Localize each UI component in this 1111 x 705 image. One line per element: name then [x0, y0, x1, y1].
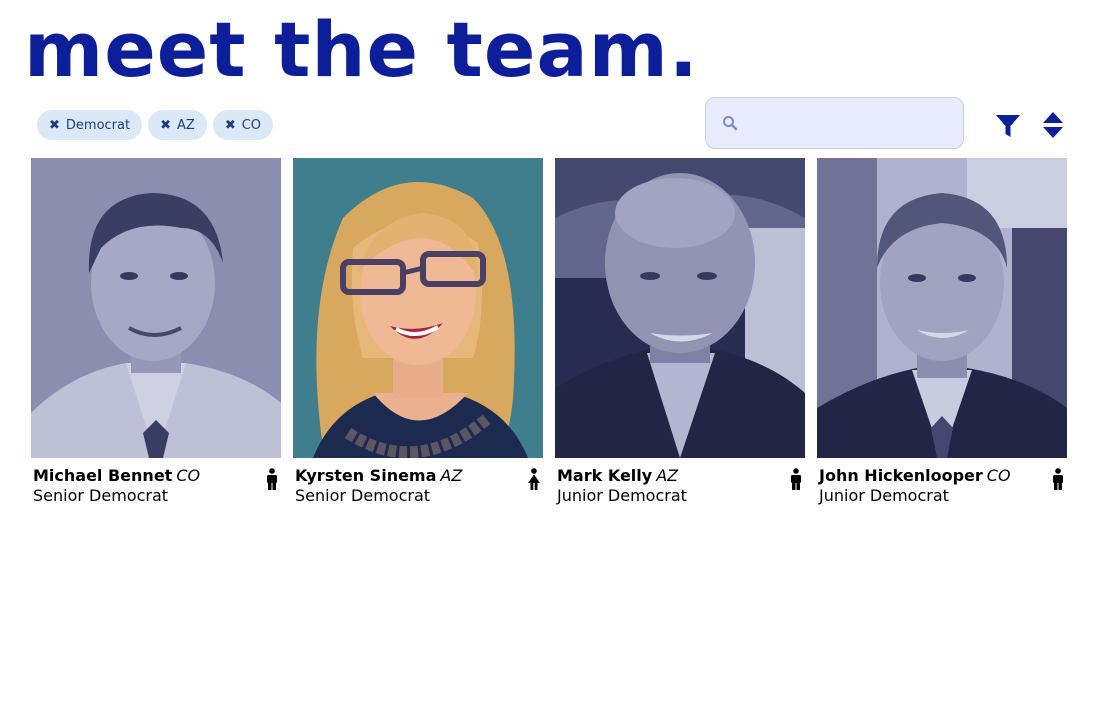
member-name: Kyrsten Sinema	[295, 466, 437, 485]
member-info: Kyrsten Sinema AZ Senior Democrat	[293, 458, 543, 510]
member-role: Junior Democrat	[557, 486, 687, 505]
member-photo	[555, 158, 805, 458]
member-info: John Hickenlooper CO Junior Democrat	[817, 458, 1067, 510]
member-info: Mark Kelly AZ Junior Democrat	[555, 458, 805, 510]
member-name: Mark Kelly	[557, 466, 653, 485]
member-name: John Hickenlooper	[819, 466, 983, 485]
team-page: meet the team. ✖ Democrat ✖ AZ ✖ CO Mich…	[0, 0, 1111, 705]
filter-chip-label: Democrat	[65, 117, 131, 133]
member-name: Michael Bennet	[33, 466, 173, 485]
member-name-line: Mark Kelly AZ	[557, 466, 805, 486]
member-card[interactable]: Mark Kelly AZ Junior Democrat	[555, 158, 805, 510]
member-photo	[817, 158, 1067, 458]
search-icon	[723, 116, 738, 131]
member-state: CO	[986, 466, 1011, 485]
filter-chip-co[interactable]: ✖ CO	[212, 110, 274, 140]
member-name-line: Michael Bennet CO	[33, 466, 281, 486]
male-icon	[1053, 468, 1063, 490]
search-box[interactable]	[705, 97, 964, 149]
sort-icon[interactable]	[1041, 110, 1065, 140]
filter-chip-az[interactable]: ✖ AZ	[148, 110, 207, 140]
filter-icon[interactable]	[994, 112, 1022, 140]
member-role: Junior Democrat	[819, 486, 949, 505]
team-grid: Michael Bennet CO Senior Democrat Kyrste…	[31, 158, 1067, 510]
member-card[interactable]: John Hickenlooper CO Junior Democrat	[817, 158, 1067, 510]
female-icon	[528, 468, 540, 490]
page-title: meet the team.	[24, 5, 699, 94]
filter-chip-label: CO	[241, 117, 262, 133]
active-filters: ✖ Democrat ✖ AZ ✖ CO	[37, 110, 274, 140]
male-icon	[791, 468, 801, 490]
member-info: Michael Bennet CO Senior Democrat	[31, 458, 281, 510]
member-state: AZ	[440, 466, 463, 485]
member-name-line: Kyrsten Sinema AZ	[295, 466, 543, 486]
member-name-line: John Hickenlooper CO	[819, 466, 1067, 486]
filter-chip-label: AZ	[177, 117, 195, 133]
member-card[interactable]: Kyrsten Sinema AZ Senior Democrat	[293, 158, 543, 510]
member-photo	[293, 158, 543, 458]
close-icon[interactable]: ✖	[225, 118, 236, 133]
member-state: AZ	[656, 466, 679, 485]
member-photo	[31, 158, 281, 458]
search-input[interactable]	[748, 106, 952, 142]
close-icon[interactable]: ✖	[160, 118, 171, 133]
member-role: Senior Democrat	[33, 486, 169, 505]
member-card[interactable]: Michael Bennet CO Senior Democrat	[31, 158, 281, 510]
member-state: CO	[176, 466, 201, 485]
male-icon	[267, 468, 277, 490]
close-icon[interactable]: ✖	[49, 118, 60, 133]
member-role: Senior Democrat	[295, 486, 431, 505]
filter-chip-democrat[interactable]: ✖ Democrat	[37, 110, 143, 140]
